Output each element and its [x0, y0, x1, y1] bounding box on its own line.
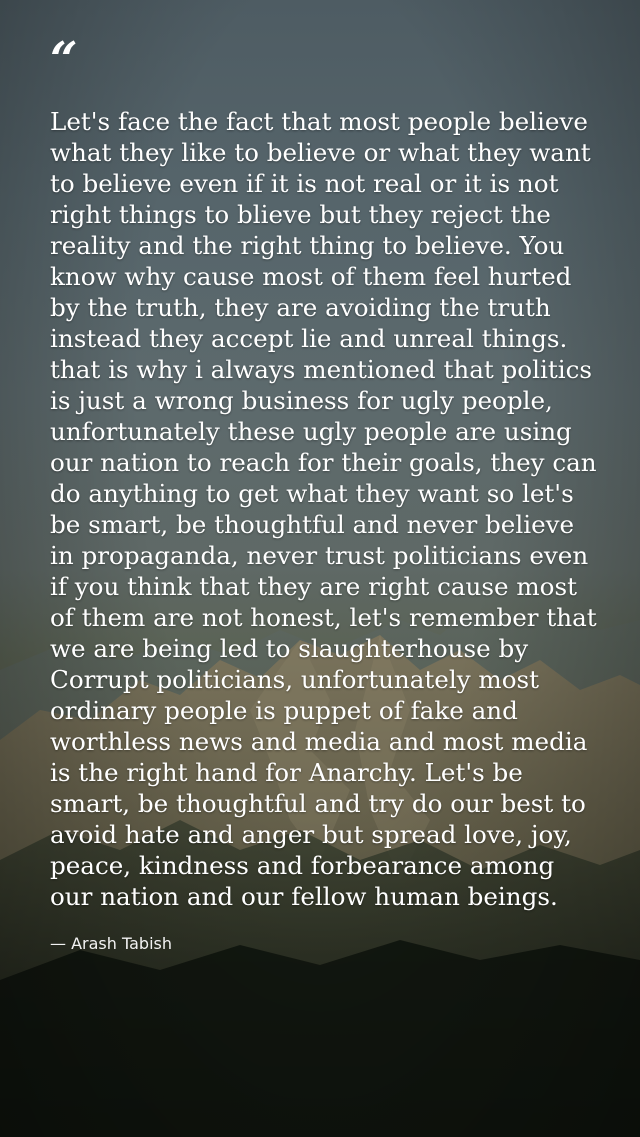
quote-author: — Arash Tabish: [50, 934, 172, 953]
quotation-mark-icon: “: [50, 32, 78, 88]
quote-text: Let's face the fact that most people bel…: [50, 107, 597, 911]
quote-card: “ Let's face the fact that most people b…: [50, 32, 600, 954]
